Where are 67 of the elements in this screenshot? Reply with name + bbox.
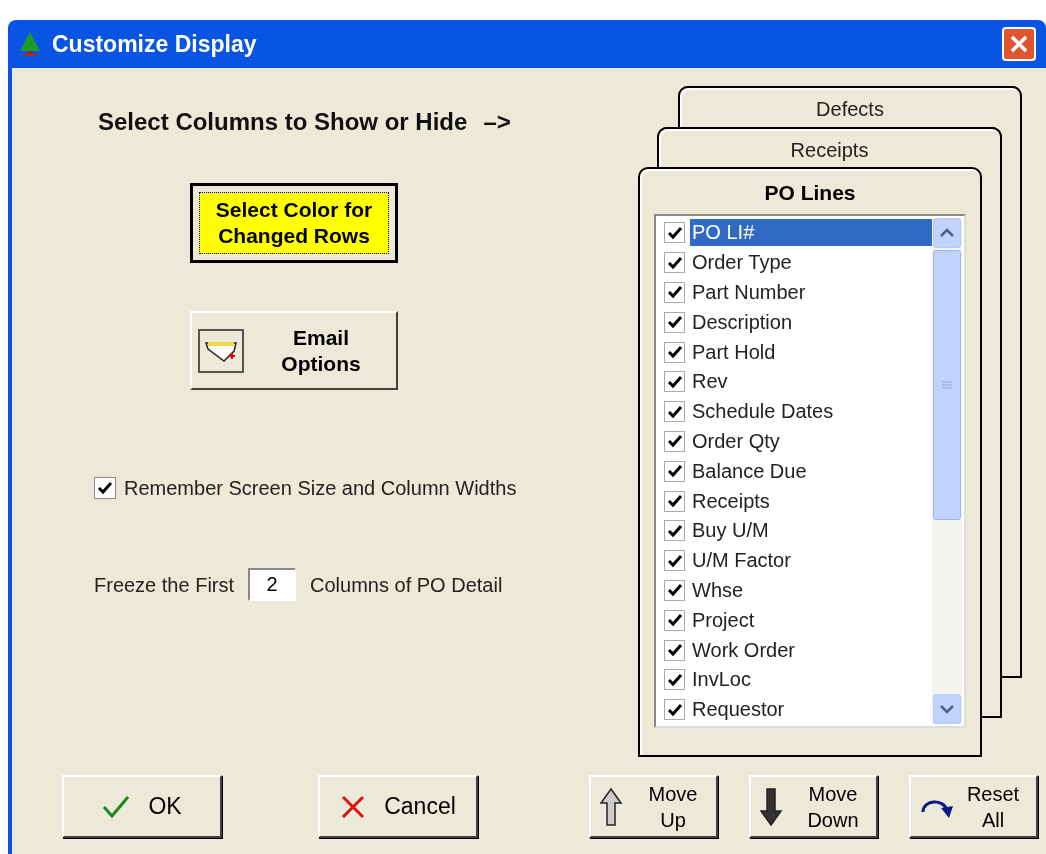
scroll-up-button[interactable] <box>933 218 961 248</box>
list-item[interactable]: Whse <box>690 576 934 604</box>
list-item[interactable]: Order Type <box>690 249 934 277</box>
tree-icon <box>18 31 42 57</box>
freeze-suffix: Columns of PO Detail <box>310 572 503 598</box>
dialog-button[interactable]: OK <box>62 775 222 838</box>
chevron-up-icon <box>940 228 954 238</box>
chevron-down-icon <box>940 704 954 714</box>
envelope-icon <box>198 328 244 373</box>
tab[interactable]: Receipts <box>657 127 1002 168</box>
list-item[interactable]: PO LI# <box>690 219 934 247</box>
checkbox[interactable] <box>664 222 685 244</box>
arrow-text: –> <box>483 107 511 137</box>
list-item[interactable]: InvLoc <box>690 666 934 694</box>
list-item[interactable]: Description <box>690 308 934 336</box>
select-color-button[interactable]: Select Color for Changed Rows <box>190 183 398 263</box>
list-item[interactable]: U/M Factor <box>690 547 934 575</box>
list-item[interactable]: Part Hold <box>690 338 934 366</box>
checkbox[interactable] <box>664 639 685 661</box>
columns-input[interactable]: 2 <box>248 568 297 601</box>
list-item[interactable]: Part Number <box>690 279 934 306</box>
checkbox[interactable] <box>664 550 685 572</box>
list-item[interactable]: Project <box>690 606 934 634</box>
dialog-button[interactable]: Move Up <box>589 775 718 838</box>
checkbox[interactable] <box>664 311 685 333</box>
close-button[interactable] <box>1002 27 1036 61</box>
x-icon <box>340 793 367 820</box>
checkmark-icon <box>102 794 131 819</box>
list-item[interactable]: Rev <box>690 368 934 396</box>
freeze-label: Freeze the First <box>94 572 235 598</box>
grip-icon <box>941 380 953 390</box>
tab[interactable]: PO Lines <box>660 173 960 207</box>
checkbox[interactable] <box>664 282 685 303</box>
down-arrow-icon <box>759 786 783 827</box>
checkbox[interactable] <box>664 520 685 542</box>
checkbox-label: Remember Screen Size and Column Widths <box>124 476 517 501</box>
list-item[interactable]: Work Order <box>690 636 934 664</box>
list-item[interactable]: Receipts <box>690 487 934 515</box>
dialog-button[interactable]: Cancel <box>318 775 478 838</box>
checkbox[interactable] <box>664 430 685 452</box>
list-item[interactable]: Order Qty <box>690 427 934 455</box>
checkbox[interactable] <box>664 699 685 721</box>
email-options-button[interactable]: Email Options <box>190 311 398 390</box>
heading: Select Columns to Show or Hide <box>98 107 468 137</box>
checkbox[interactable] <box>664 579 685 601</box>
checkbox[interactable] <box>94 477 116 499</box>
checkbox[interactable] <box>664 609 685 631</box>
scroll-thumb[interactable] <box>933 250 961 520</box>
list-item[interactable]: Balance Due <box>690 457 934 485</box>
checkbox[interactable] <box>664 341 685 363</box>
scroll-down-button[interactable] <box>933 694 961 724</box>
dialog-button[interactable]: Reset All <box>909 775 1038 838</box>
window-title: Customize Display <box>52 29 258 59</box>
close-icon <box>1009 34 1029 54</box>
scrollbar[interactable] <box>932 218 962 724</box>
tab[interactable]: Defects <box>678 86 1022 127</box>
checkbox[interactable] <box>664 252 685 274</box>
list-item[interactable]: Schedule Dates <box>690 398 934 426</box>
checkbox[interactable] <box>664 490 685 512</box>
checkbox[interactable] <box>664 371 685 393</box>
list-item[interactable]: Buy U/M <box>690 517 934 545</box>
up-arrow-icon <box>599 786 623 827</box>
list-item[interactable]: Requestor <box>690 696 934 724</box>
dialog-button[interactable]: Move Down <box>749 775 878 838</box>
checkbox[interactable] <box>664 669 685 691</box>
checkbox[interactable] <box>664 401 685 423</box>
checkbox[interactable] <box>664 460 685 482</box>
